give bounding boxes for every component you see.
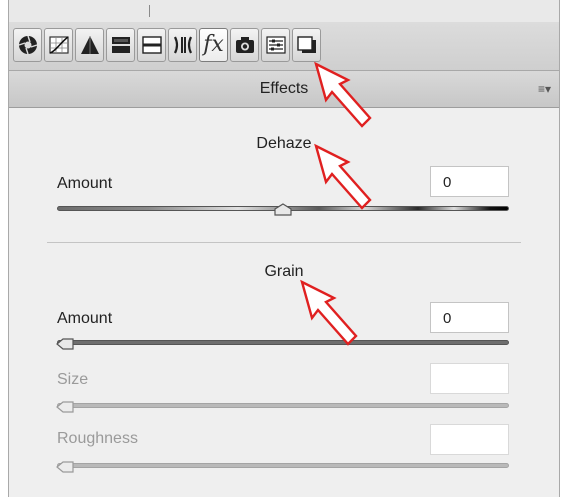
grain-amount-field[interactable]: 0 xyxy=(430,302,509,333)
tab-split-toning[interactable] xyxy=(137,28,166,62)
panel-title: Effects xyxy=(259,80,309,97)
panel-tab-bar: fx xyxy=(9,22,559,71)
lens-icon xyxy=(173,36,192,54)
annotation-arrow-grain xyxy=(300,279,358,346)
snapshots-icon xyxy=(296,36,316,53)
tab-basic[interactable] xyxy=(13,28,42,62)
divider-tick xyxy=(149,5,150,17)
grain-roughness-label: Roughness xyxy=(57,430,138,447)
tab-effects[interactable]: fx xyxy=(199,28,228,62)
grain-roughness-slider xyxy=(57,463,509,468)
dehaze-amount-label: Amount xyxy=(57,175,113,192)
camera-icon xyxy=(235,37,254,53)
panel-header: Effects ≡▾ xyxy=(9,71,559,108)
annotation-arrow-effects-tab xyxy=(314,61,372,128)
effects-panel: fx Effects ≡▾ Dehaze Amount 0 Grain Amou… xyxy=(8,0,560,497)
tab-snapshots[interactable] xyxy=(292,28,321,62)
tab-detail[interactable] xyxy=(75,28,104,62)
grain-amount-slider[interactable] xyxy=(57,340,509,345)
dehaze-title: Dehaze xyxy=(256,135,312,152)
section-divider xyxy=(47,242,521,243)
grain-size-slider xyxy=(57,403,509,408)
tab-tone-curve[interactable] xyxy=(44,28,73,62)
panel-menu-icon[interactable]: ≡▾ xyxy=(538,82,551,96)
tab-lens-corrections[interactable] xyxy=(168,28,197,62)
split-toning-icon xyxy=(141,36,162,54)
grain-size-label: Size xyxy=(57,371,89,388)
tab-hsl[interactable] xyxy=(106,28,135,62)
dehaze-amount-field[interactable]: 0 xyxy=(430,166,509,197)
tab-presets[interactable] xyxy=(261,28,290,62)
tone-curve-icon xyxy=(48,36,69,54)
detail-triangle-icon xyxy=(80,36,99,54)
grain-size-field xyxy=(430,363,509,394)
effects-content: Dehaze Amount 0 Grain Amount 0 Size Roug… xyxy=(9,108,559,497)
tab-camera-calibration[interactable] xyxy=(230,28,259,62)
top-strip xyxy=(9,0,559,23)
annotation-arrow-dehaze xyxy=(314,143,372,210)
presets-sliders-icon xyxy=(265,36,286,54)
grain-roughness-field xyxy=(430,424,509,455)
grain-amount-label: Amount xyxy=(57,310,113,327)
effects-fx-icon: fx xyxy=(203,32,224,57)
hsl-icon xyxy=(111,37,130,53)
aperture-icon xyxy=(18,35,37,55)
grain-title: Grain xyxy=(264,263,304,280)
